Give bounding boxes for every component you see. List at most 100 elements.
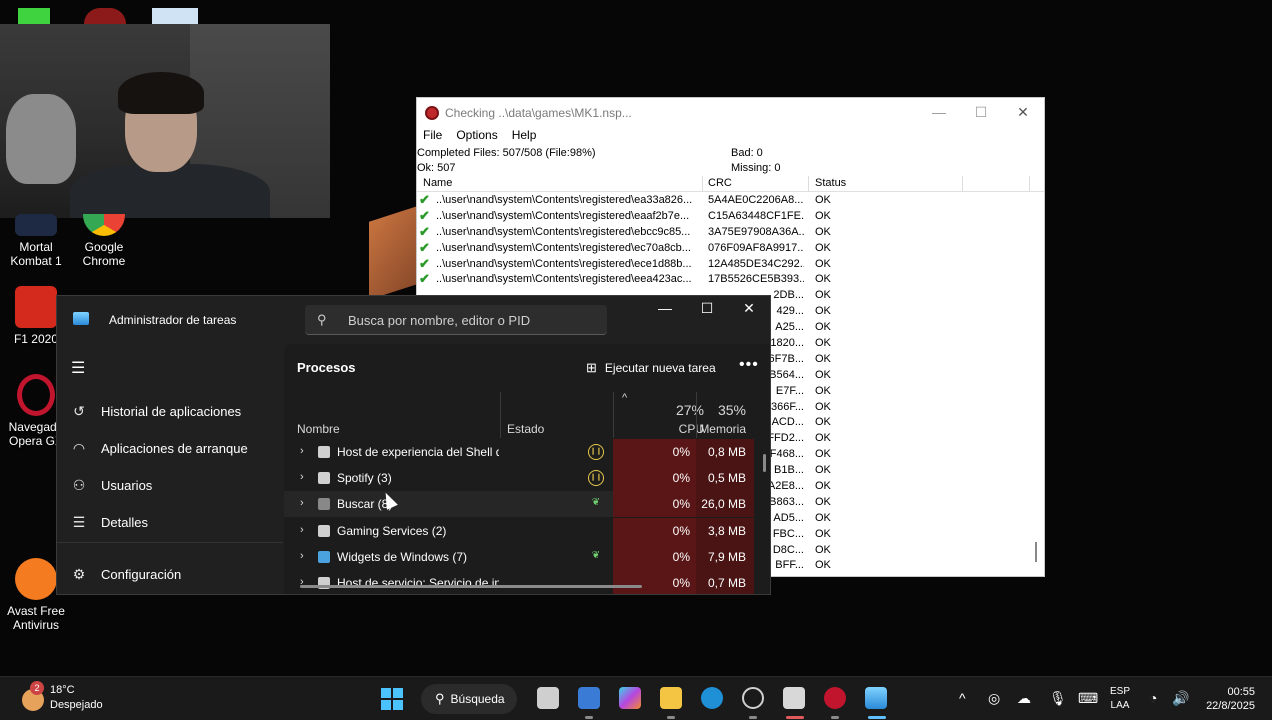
process-row[interactable]: › Gaming Services (2) 0% 3,8 MB: [284, 517, 754, 544]
cloud-icon[interactable]: ☁: [1017, 690, 1031, 707]
horizontal-scrollbar[interactable]: [300, 585, 642, 588]
language-code: ESP: [1110, 686, 1131, 697]
checker-app-icon[interactable]: [783, 687, 805, 709]
chevron-right-icon[interactable]: ›: [300, 524, 304, 536]
minimize-button[interactable]: —: [918, 98, 960, 126]
file-explorer-icon[interactable]: [660, 687, 682, 709]
taskbar: 18°C Despejado 2 ⚲ Búsqueda ^ ◎ ☁ 🎙 ⌨ ES…: [0, 676, 1272, 720]
process-row[interactable]: › Spotify (3) 0% 0,5 MB ❙❙: [284, 465, 754, 492]
run-new-task-button[interactable]: ⊞ Ejecutar nueva tarea: [586, 360, 716, 376]
opera-gx-taskbar-icon[interactable]: [824, 687, 846, 709]
calendar-app-icon[interactable]: [578, 687, 600, 709]
clock[interactable]: 00:55 22/8/2025: [1199, 685, 1255, 713]
partial-icon-green[interactable]: [18, 8, 50, 24]
process-row[interactable]: › Host de servicio: Servicio de in... 0% 0,…: [284, 570, 754, 594]
language-indicator[interactable]: ESP LAA: [1110, 685, 1130, 713]
file-status: OK: [815, 480, 831, 493]
file-row[interactable]: ✔ ..\user\nand\system\Contents\registered…: [417, 271, 1044, 287]
taskbar-search[interactable]: ⚲ Búsqueda: [421, 684, 517, 714]
file-crc: 076F09AF8A9917...: [708, 241, 804, 254]
nav-app-history[interactable]: ↺ Historial de aplicaciones: [69, 395, 269, 427]
chevron-up-icon[interactable]: ^: [959, 690, 966, 706]
process-search-input[interactable]: ⚲ Busca por nombre, editor o PID: [305, 305, 607, 335]
file-row[interactable]: ✔ ..\user\nand\system\Contents\registered…: [417, 208, 1044, 224]
process-row[interactable]: › Widgets de Windows (7) 0% 7,9 MB ❦: [284, 543, 754, 570]
nav-users[interactable]: ⚇ Usuarios: [69, 469, 269, 501]
menu-file[interactable]: File: [423, 128, 442, 146]
maximize-button[interactable]: ☐: [960, 98, 1002, 126]
close-button[interactable]: ✕: [1002, 98, 1044, 126]
file-row[interactable]: ✔ ..\user\nand\system\Contents\registered…: [417, 256, 1044, 272]
microphone-icon[interactable]: 🎙: [1049, 690, 1067, 707]
keyboard-icon[interactable]: ⌨: [1078, 690, 1098, 707]
steam-app-icon[interactable]: [742, 687, 764, 709]
search-icon: ⚲: [317, 312, 327, 327]
menu-options[interactable]: Options: [456, 128, 497, 146]
minimize-button[interactable]: —: [643, 300, 687, 320]
file-status: OK: [815, 368, 831, 381]
task-manager-titlebar[interactable]: Administrador de tareas ⚲ Busca por nomb…: [57, 296, 770, 344]
chevron-right-icon[interactable]: ›: [300, 445, 304, 457]
col-crc[interactable]: CRC: [708, 177, 732, 189]
close-button[interactable]: ✕: [727, 300, 770, 320]
copilot-icon[interactable]: [619, 687, 641, 709]
menu-help[interactable]: Help: [512, 128, 537, 146]
volume-icon[interactable]: 🔊: [1172, 690, 1189, 707]
chevron-right-icon[interactable]: ›: [300, 471, 304, 483]
desktop-icon-label: Antivirus: [12, 618, 59, 632]
process-name: Gaming Services (2): [337, 523, 447, 538]
file-name: ..\user\nand\system\Contents\registered\…: [436, 273, 692, 286]
file-status: OK: [815, 241, 831, 254]
partial-icon-red[interactable]: [84, 8, 126, 24]
col-memory[interactable]: 35% Memoria: [696, 392, 746, 438]
list-scrollbar[interactable]: [1035, 542, 1037, 562]
keyboard-layout: LAA: [1110, 700, 1130, 711]
nav-settings[interactable]: ⚙ Configuración: [69, 558, 269, 590]
hamburger-menu-icon[interactable]: ☰: [71, 358, 85, 378]
chevron-right-icon[interactable]: ›: [300, 550, 304, 562]
chevron-right-icon[interactable]: ›: [300, 497, 304, 509]
col-status-label: Estado: [507, 422, 545, 436]
nav-startup-apps[interactable]: ◠ Aplicaciones de arranque: [69, 432, 269, 464]
partial-icon-window[interactable]: [152, 8, 198, 24]
file-row[interactable]: ✔ ..\user\nand\system\Contents\registered…: [417, 224, 1044, 240]
process-row[interactable]: › Buscar (8) 0% 26,0 MB ❦: [284, 491, 754, 518]
process-cpu: 0%: [613, 543, 696, 570]
task-manager-title: Administrador de tareas: [109, 313, 237, 327]
process-row[interactable]: › Host de experiencia del Shell d... 0% 0,8…: [284, 439, 754, 465]
run-new-task-label: Ejecutar nueva tarea: [604, 361, 716, 375]
process-memory: 7,9 MB: [696, 543, 754, 570]
new-task-icon: ⊞: [586, 360, 597, 375]
speedometer-icon: ◠: [72, 439, 86, 456]
missing-count: Missing: 0: [731, 162, 781, 174]
edge-icon[interactable]: [701, 687, 723, 709]
nav-details[interactable]: ☰ Detalles: [69, 506, 269, 538]
process-icon: [318, 550, 330, 563]
menubar: File Options Help: [417, 128, 1044, 146]
vertical-scrollbar[interactable]: [763, 454, 766, 472]
webcam-overlay: [0, 24, 330, 218]
maximize-button[interactable]: ☐: [685, 300, 729, 320]
check-icon: ✔: [419, 239, 430, 255]
desktop-icon-chrome[interactable]: Google Chrome: [68, 214, 140, 268]
task-manager-taskbar-icon[interactable]: [865, 687, 887, 709]
col-cpu[interactable]: 27% CPU: [634, 392, 704, 438]
file-status: OK: [815, 464, 831, 477]
desktop-icon-mortal-kombat[interactable]: Mortal Kombat 1: [0, 214, 72, 268]
start-button[interactable]: [381, 688, 403, 710]
avast-icon: [15, 558, 57, 600]
file-status: OK: [815, 352, 831, 365]
col-status[interactable]: Status: [815, 177, 846, 189]
memory-total: 35%: [717, 402, 746, 418]
weather-temp: 18°C: [50, 684, 75, 696]
task-view-icon[interactable]: [537, 687, 559, 709]
taskbar-search-label: Búsqueda: [450, 692, 505, 706]
file-row[interactable]: ✔ ..\user\nand\system\Contents\registered…: [417, 240, 1044, 256]
update-icon[interactable]: ◎: [988, 690, 1000, 707]
wifi-icon[interactable]: ◔: [1149, 690, 1157, 706]
col-name[interactable]: Name: [423, 177, 452, 189]
file-status: OK: [815, 225, 831, 238]
process-icon: [318, 498, 330, 511]
file-row[interactable]: ✔ ..\user\nand\system\Contents\registered…: [417, 192, 1044, 208]
more-options-icon[interactable]: •••: [739, 356, 759, 374]
